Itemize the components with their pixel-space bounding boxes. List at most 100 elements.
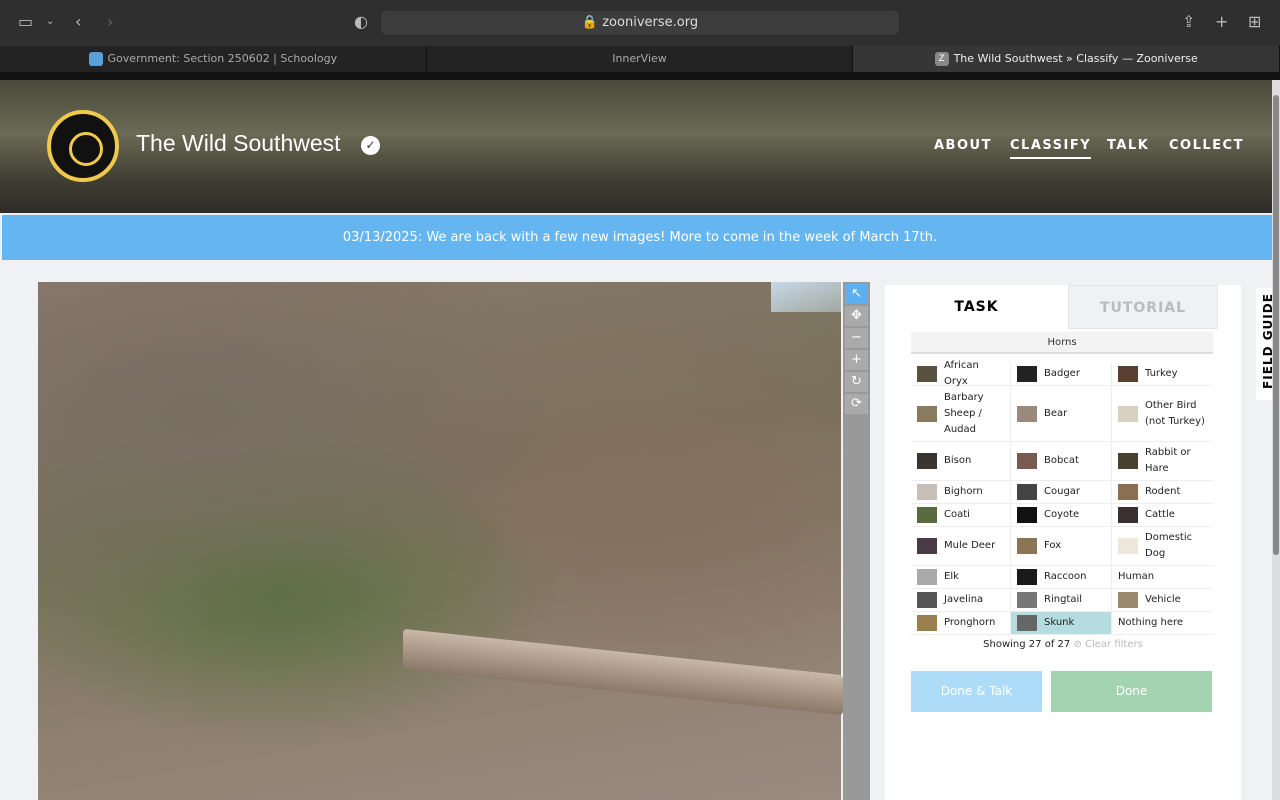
nav-classify[interactable]: CLASSIFY <box>1010 138 1092 159</box>
choice-fox[interactable]: Fox <box>1011 527 1112 566</box>
address-bar[interactable]: 🔒 zooniverse.org <box>381 11 899 35</box>
choice-pronghorn[interactable]: Pronghorn <box>911 612 1011 635</box>
choice-mule-deer[interactable]: Mule Deer <box>911 527 1011 566</box>
choice-thumbnail <box>1017 538 1037 554</box>
share-icon[interactable]: ⇪ <box>1182 12 1195 31</box>
choice-label: Skunk <box>1044 617 1075 628</box>
choice-label: Raccoon <box>1044 571 1087 582</box>
zoom-out-icon[interactable]: − <box>845 328 868 348</box>
choice-thumbnail <box>1118 484 1138 500</box>
tab-zooniverse[interactable]: Z The Wild Southwest » Classify — Zoonive… <box>853 46 1280 72</box>
choice-vehicle[interactable]: Vehicle <box>1112 589 1213 612</box>
new-tab-icon[interactable]: + <box>1215 12 1228 31</box>
choice-label: Other Bird (not Turkey) <box>1145 399 1205 427</box>
sidebar-icon[interactable]: ▭ <box>18 12 33 31</box>
done-button[interactable]: Done <box>1051 671 1212 712</box>
choice-barbary-sheep-audad[interactable]: Barbary Sheep / Audad <box>911 386 1011 442</box>
choice-turkey[interactable]: Turkey <box>1112 363 1213 386</box>
choice-label: Pronghorn <box>944 617 996 628</box>
choice-cougar[interactable]: Cougar <box>1011 481 1112 504</box>
shield-icon[interactable]: ◐ <box>354 12 368 31</box>
choice-bison[interactable]: Bison <box>911 442 1011 481</box>
nav-talk[interactable]: TALK <box>1107 138 1149 153</box>
project-logo[interactable] <box>47 110 119 182</box>
choice-thumbnail <box>917 366 937 382</box>
divider <box>0 72 1280 80</box>
rotate-icon[interactable]: ↻ <box>845 372 868 392</box>
choice-other-bird-not-turkey-[interactable]: Other Bird (not Turkey) <box>1112 386 1213 442</box>
tab-tutorial[interactable]: TUTORIAL <box>1068 285 1218 329</box>
choice-label: Turkey <box>1145 368 1178 379</box>
choice-label: Coyote <box>1044 509 1080 520</box>
choice-label: Badger <box>1044 368 1080 379</box>
nav-collect[interactable]: COLLECT <box>1169 138 1244 153</box>
zooniverse-favicon: Z <box>934 52 949 66</box>
choice-elk[interactable]: Elk <box>911 566 1011 589</box>
choice-label: Bobcat <box>1044 455 1079 466</box>
choice-thumbnail <box>917 453 937 469</box>
choice-badger[interactable]: Badger <box>1011 363 1112 386</box>
choice-javelina[interactable]: Javelina <box>911 589 1011 612</box>
choice-thumbnail <box>1118 366 1138 382</box>
choice-raccoon[interactable]: Raccoon <box>1011 566 1112 589</box>
choice-label: Mule Deer <box>944 540 996 551</box>
choice-thumbnail <box>917 484 937 500</box>
sky <box>771 282 841 312</box>
announcement-banner: 03/13/2025: We are back with a few new i… <box>2 215 1278 260</box>
choice-label: Javelina <box>944 594 984 605</box>
clear-filters-link[interactable]: ⊘ Clear filters <box>1073 639 1142 650</box>
filter-horns[interactable]: Horns <box>911 332 1213 354</box>
showing-count: Showing 27 of 27 ⊘ Clear filters <box>885 639 1241 650</box>
choice-cattle[interactable]: Cattle <box>1112 504 1213 527</box>
choice-coati[interactable]: Coati <box>911 504 1011 527</box>
choice-bear[interactable]: Bear <box>1011 386 1112 442</box>
reset-icon[interactable]: ⟳ <box>845 394 868 414</box>
choice-ringtail[interactable]: Ringtail <box>1011 589 1112 612</box>
choice-thumbnail <box>1017 507 1037 523</box>
tab-schoology[interactable]: Government: Section 250602 | Schoology <box>0 46 427 72</box>
choice-label: Bison <box>944 455 972 466</box>
choice-label: Elk <box>944 571 959 582</box>
choice-thumbnail <box>1017 484 1037 500</box>
choice-thumbnail <box>917 569 937 585</box>
annotate-tool-icon[interactable]: ↖ <box>845 284 868 304</box>
choice-bobcat[interactable]: Bobcat <box>1011 442 1112 481</box>
choice-coyote[interactable]: Coyote <box>1011 504 1112 527</box>
chevron-down-icon[interactable]: ⌄ <box>46 16 54 27</box>
done-and-talk-button[interactable]: Done & Talk <box>911 671 1042 712</box>
choice-nothing-here[interactable]: Nothing here <box>1112 612 1213 635</box>
scroll-thumb[interactable] <box>1273 95 1279 555</box>
choice-african-oryx[interactable]: African Oryx <box>911 360 1011 387</box>
choice-label: Barbary Sheep / Audad <box>944 391 984 435</box>
choice-rabbit-or-hare[interactable]: Rabbit or Hare <box>1112 442 1213 481</box>
tab-overview-icon[interactable]: ⊞ <box>1248 12 1261 31</box>
choice-bighorn[interactable]: Bighorn <box>911 481 1011 504</box>
choice-skunk[interactable]: Skunk <box>1011 612 1112 635</box>
move-tool-icon[interactable]: ✥ <box>845 306 868 326</box>
choice-thumbnail <box>1118 405 1138 422</box>
schoology-favicon <box>88 52 103 66</box>
choice-thumbnail <box>1017 592 1037 608</box>
choice-human[interactable]: Human <box>1112 566 1213 589</box>
tab-innerview[interactable]: InnerView <box>427 46 854 72</box>
tab-label: Government: Section 250602 | Schoology <box>107 52 338 65</box>
project-title[interactable]: The Wild Southwest <box>136 130 341 157</box>
choice-domestic-dog[interactable]: Domestic Dog <box>1112 527 1213 566</box>
zoom-in-icon[interactable]: + <box>845 350 868 370</box>
choice-thumbnail <box>1118 507 1138 523</box>
tab-task[interactable]: TASK <box>885 285 1068 329</box>
choice-thumbnail <box>1017 569 1037 585</box>
nav-about[interactable]: ABOUT <box>934 138 992 153</box>
url-text: zooniverse.org <box>602 15 699 30</box>
forward-icon[interactable]: › <box>107 12 113 31</box>
subject-image[interactable] <box>38 282 843 800</box>
choice-label: Rodent <box>1145 486 1181 497</box>
choice-thumbnail <box>1118 592 1138 608</box>
choice-rodent[interactable]: Rodent <box>1112 481 1213 504</box>
tab-bar: Government: Section 250602 | Schoology I… <box>0 46 1280 72</box>
choice-thumbnail <box>1017 615 1037 631</box>
back-icon[interactable]: ‹ <box>75 12 81 31</box>
choice-thumbnail <box>1118 538 1138 554</box>
choice-label: Nothing here <box>1118 617 1184 628</box>
scrollbar[interactable] <box>1272 80 1280 800</box>
